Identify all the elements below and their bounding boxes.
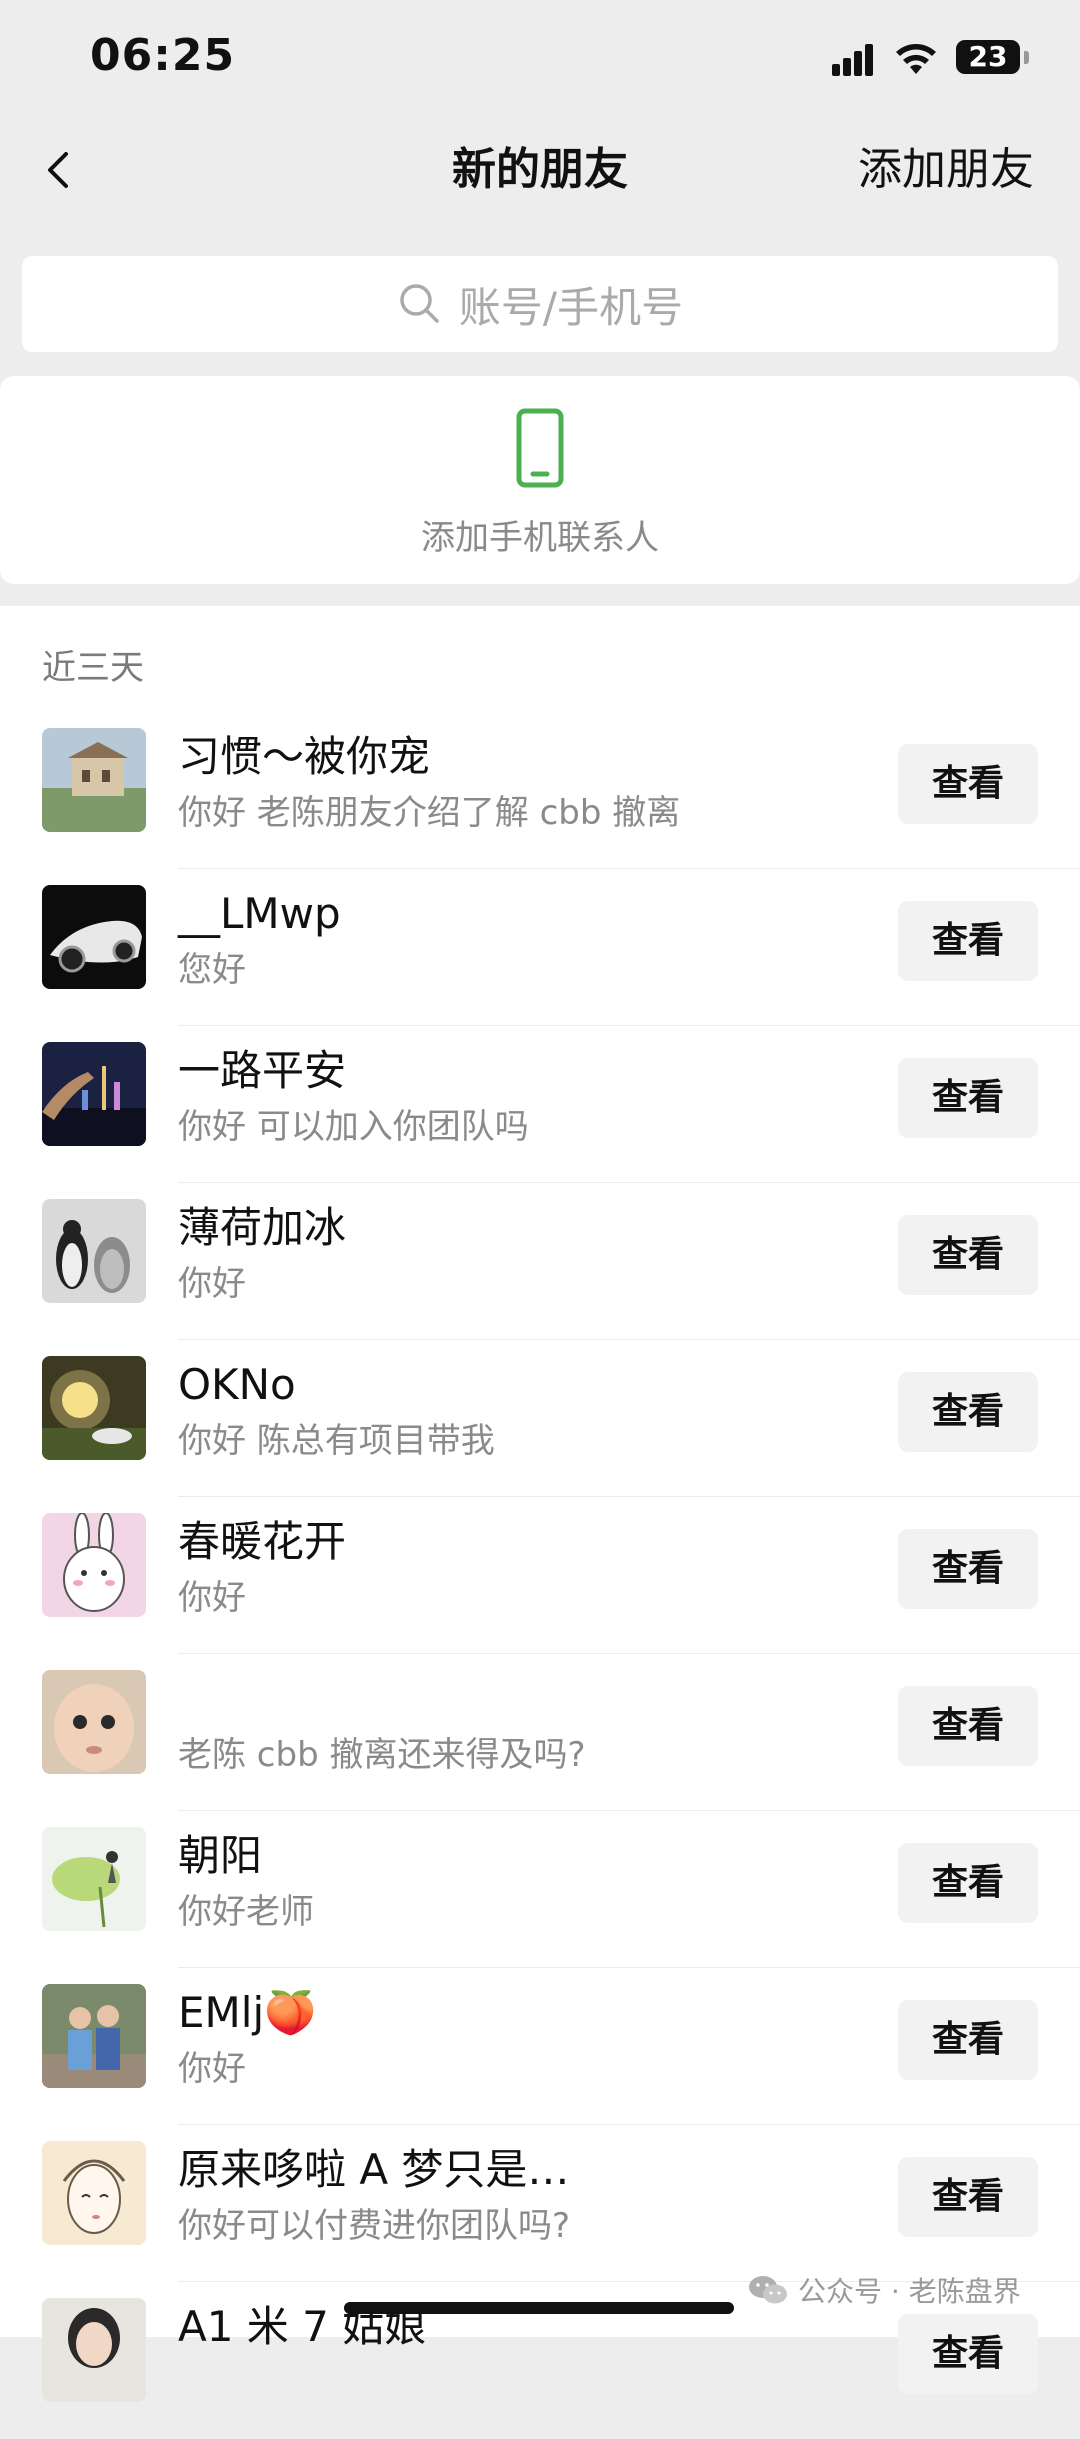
view-button[interactable]: 查看	[898, 1372, 1038, 1452]
friend-request-row[interactable]: 薄荷加冰 你好 查看	[0, 1183, 1080, 1340]
watermark-text: 公众号 · 老陈盘界	[798, 2275, 1021, 2308]
request-name: 春暖花开	[178, 1517, 347, 1566]
avatar	[42, 2298, 146, 2402]
request-name: __LMwp	[178, 889, 341, 938]
battery-level: 23	[968, 40, 1008, 73]
battery-tip	[1024, 51, 1029, 64]
signal-icon	[832, 44, 876, 76]
search-placeholder: 账号/手机号	[458, 282, 684, 332]
home-indicator[interactable]	[344, 2302, 734, 2314]
wifi-icon	[896, 44, 936, 74]
status-time: 06:25	[90, 30, 236, 81]
request-message: 您好	[178, 950, 246, 990]
friend-request-row[interactable]: 老陈 cbb 撤离还来得及吗? 查看	[0, 1654, 1080, 1811]
request-name: 朝阳	[178, 1831, 263, 1880]
friend-request-row[interactable]: OKNo 你好 陈总有项目带我 查看	[0, 1340, 1080, 1497]
friend-request-row[interactable]: __LMwp 您好 查看	[0, 869, 1080, 1026]
view-button[interactable]: 查看	[898, 1843, 1038, 1923]
search-icon	[400, 284, 439, 323]
request-name: 原来哆啦 A 梦只是…	[178, 2145, 570, 2194]
avatar	[42, 728, 146, 832]
view-button[interactable]: 查看	[898, 1058, 1038, 1138]
avatar	[42, 885, 146, 989]
view-button[interactable]: 查看	[898, 2000, 1038, 2080]
request-message: 老陈 cbb 撤离还来得及吗?	[178, 1735, 586, 1775]
avatar	[42, 1827, 146, 1931]
view-button[interactable]: 查看	[898, 1686, 1038, 1766]
request-message: 你好	[178, 2049, 246, 2089]
friend-request-row[interactable]: EMlj🍑 你好 查看	[0, 1968, 1080, 2125]
avatar	[42, 1513, 146, 1617]
add-phone-contacts-label: 添加手机联系人	[421, 518, 659, 558]
avatar	[42, 1670, 146, 1774]
request-message: 你好 陈总有项目带我	[178, 1421, 495, 1461]
avatar	[42, 1042, 146, 1146]
add-phone-contacts-card[interactable]: 添加手机联系人	[0, 376, 1080, 584]
watermark: 公众号 · 老陈盘界	[748, 2270, 1021, 2310]
friend-request-row[interactable]: 春暖花开 你好 查看	[0, 1497, 1080, 1654]
friend-request-row[interactable]: 习惯～被你宠 你好 老陈朋友介绍了解 cbb 撤离 查看	[0, 712, 1080, 869]
avatar	[42, 1199, 146, 1303]
avatar	[42, 1984, 146, 2088]
request-message: 你好可以付费进你团队吗?	[178, 2206, 571, 2246]
friend-request-row[interactable]: 朝阳 你好老师 查看	[0, 1811, 1080, 1968]
request-name: 习惯～被你宠	[178, 732, 431, 781]
status-bar: 06:25 23	[0, 0, 1080, 120]
view-button[interactable]: 查看	[898, 744, 1038, 824]
add-friend-button[interactable]: 添加朋友	[858, 142, 1034, 198]
section-header-recent: 近三天	[42, 648, 144, 688]
request-message: 你好	[178, 1264, 246, 1304]
view-button[interactable]: 查看	[898, 1529, 1038, 1609]
avatar	[42, 2141, 146, 2245]
friend-request-row[interactable]: 原来哆啦 A 梦只是… 你好可以付费进你团队吗? 查看	[0, 2125, 1080, 2282]
nav-bar: 新的朋友 添加朋友	[0, 120, 1080, 220]
view-button[interactable]: 查看	[898, 901, 1038, 981]
request-name: OKNo	[178, 1360, 296, 1409]
search-input[interactable]: 账号/手机号	[22, 256, 1058, 352]
request-name: EMlj🍑	[178, 1988, 317, 2037]
request-name: 一路平安	[178, 1046, 347, 1095]
view-button[interactable]: 查看	[898, 2157, 1038, 2237]
request-message: 你好	[178, 1578, 246, 1618]
battery-icon: 23	[956, 40, 1020, 74]
view-button[interactable]: 查看	[898, 1215, 1038, 1295]
request-message: 你好 可以加入你团队吗	[178, 1107, 529, 1147]
friend-request-row[interactable]: 一路平安 你好 可以加入你团队吗 查看	[0, 1026, 1080, 1183]
request-name: 薄荷加冰	[178, 1203, 347, 1252]
request-message: 你好老师	[178, 1892, 314, 1932]
avatar	[42, 1356, 146, 1460]
view-button[interactable]: 查看	[898, 2314, 1038, 2394]
friend-request-list: 近三天 习惯～被你宠 你好 老陈朋友介绍了解 cbb 撤离 查看 __LMwp …	[0, 606, 1080, 2402]
mobile-phone-icon	[516, 408, 564, 488]
request-message: 你好 老陈朋友介绍了解 cbb 撤离	[178, 793, 681, 833]
wechat-icon	[749, 2276, 787, 2304]
